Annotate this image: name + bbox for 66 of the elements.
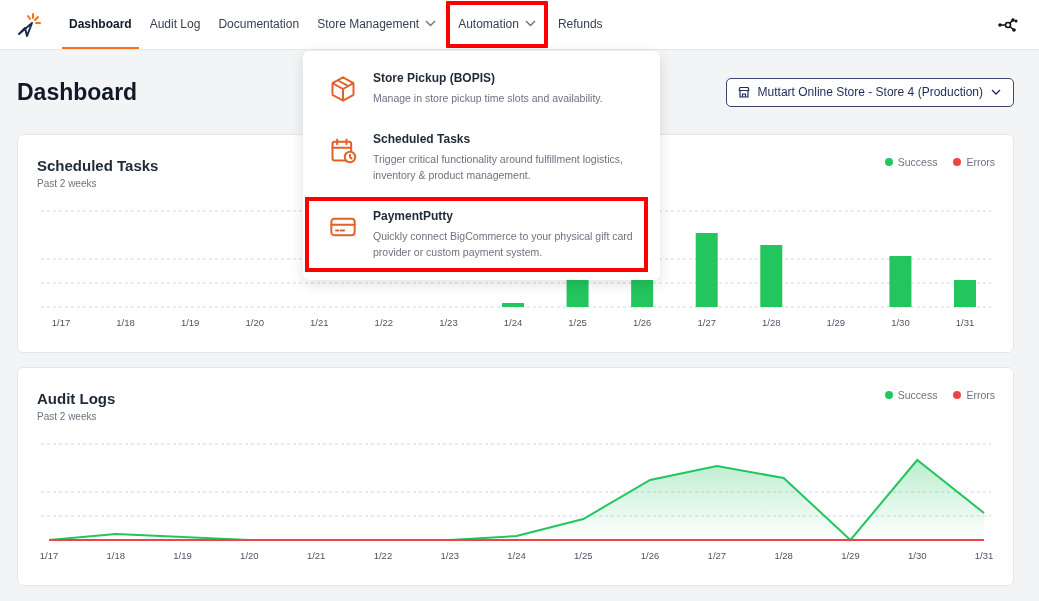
axis-label: 1/23: [440, 550, 459, 561]
axis-label: 1/17: [39, 550, 59, 561]
axis-label: 1/20: [245, 317, 264, 328]
chevron-down-icon: [524, 20, 536, 27]
chart-bar: [954, 280, 976, 307]
store-selector[interactable]: Muttart Online Store - Store 4 (Production): [725, 77, 1014, 107]
axis-label: 1/30: [907, 550, 927, 561]
menu-item-title: Scheduled Tasks: [373, 132, 472, 146]
axis-label: 1/31: [974, 550, 994, 561]
axis-label: 1/19: [180, 317, 200, 328]
box-icon: [329, 75, 357, 103]
axis-label: 1/28: [762, 317, 781, 328]
axis-label: 1/30: [891, 317, 910, 328]
nav-tab[interactable]: Automation: [445, 0, 549, 49]
axis-label: 1/20: [240, 550, 259, 561]
axis-label: 1/22: [374, 317, 394, 328]
axis-label: 1/29: [826, 317, 846, 328]
page-title: Dashboard: [17, 78, 138, 106]
axis-label: 1/19: [173, 550, 192, 561]
axis-label: 1/26: [640, 550, 660, 561]
axis-label: 1/21: [306, 550, 326, 561]
axis-label: 1/27: [697, 317, 716, 328]
nav-tab[interactable]: Dashboard: [62, 0, 139, 49]
legend-label: Errors: [966, 389, 995, 401]
menu-item-title: PaymentPutty: [373, 209, 455, 223]
calendar-clock-icon: [329, 136, 357, 164]
axis-label: 1/31: [955, 317, 975, 328]
axis-label: 1/22: [373, 550, 393, 561]
chevron-down-icon: [425, 20, 437, 27]
menu-item[interactable]: Scheduled Tasks Trigger critical functionality around fulfillment logistics, inventory & product management.: [305, 120, 648, 195]
nav-tab[interactable]: Store Management: [310, 0, 444, 49]
axis-label: 1/25: [574, 550, 593, 561]
menu-item-title: Store Pickup (BOPIS): [373, 71, 497, 85]
axis-label: 1/18: [106, 550, 126, 561]
card-subtitle: Past 2 weeks: [37, 178, 98, 189]
legend-label: Success: [897, 389, 938, 401]
legend-label: Errors: [966, 156, 995, 168]
nav-tab[interactable]: Refunds: [550, 0, 610, 49]
nav-tab[interactable]: Documentation: [211, 0, 307, 49]
card-subtitle: Past 2 weeks: [37, 411, 98, 422]
menu-item[interactable]: PaymentPutty Quickly connect BigCommerce to your physical gift card provider or custom payment system.: [305, 197, 648, 272]
card-title: Scheduled Tasks: [37, 157, 159, 174]
menu-item-description: Trigger critical functionality around fulfillment logistics, inventory & product management.: [373, 152, 624, 183]
axis-label: 1/25: [568, 317, 587, 328]
chart-bar: [889, 256, 912, 307]
menu-item-description: Quickly connect BigCommerce to your physical gift card provider or custom payment system.: [373, 229, 634, 260]
axis-label: 1/29: [841, 550, 860, 561]
axis-label: 1/21: [310, 317, 329, 328]
legend-label: Success: [897, 156, 938, 168]
axis-label: 1/27: [707, 550, 727, 561]
card-title: Audit Logs: [37, 390, 116, 407]
axis-label: 1/28: [774, 550, 793, 561]
axis-label: 1/24: [503, 317, 523, 328]
chart-bar: [760, 245, 783, 307]
chart-bar: [502, 303, 524, 307]
axis-label: 1/17: [51, 317, 71, 328]
storefront-icon: [737, 86, 750, 98]
nav-tab[interactable]: Audit Log: [142, 0, 208, 49]
axis-label: 1/26: [632, 317, 652, 328]
chevron-down-icon: [991, 89, 1001, 95]
axis-label: 1/23: [439, 317, 458, 328]
logo-icon[interactable]: [16, 11, 42, 38]
axis-label: 1/24: [507, 550, 526, 561]
menu-item-description: Manage in store pickup time slots and availability.: [373, 91, 603, 106]
menu-item[interactable]: Store Pickup (BOPIS) Manage in store pickup time slots and availability.: [305, 59, 648, 118]
axis-label: 1/18: [116, 317, 135, 328]
